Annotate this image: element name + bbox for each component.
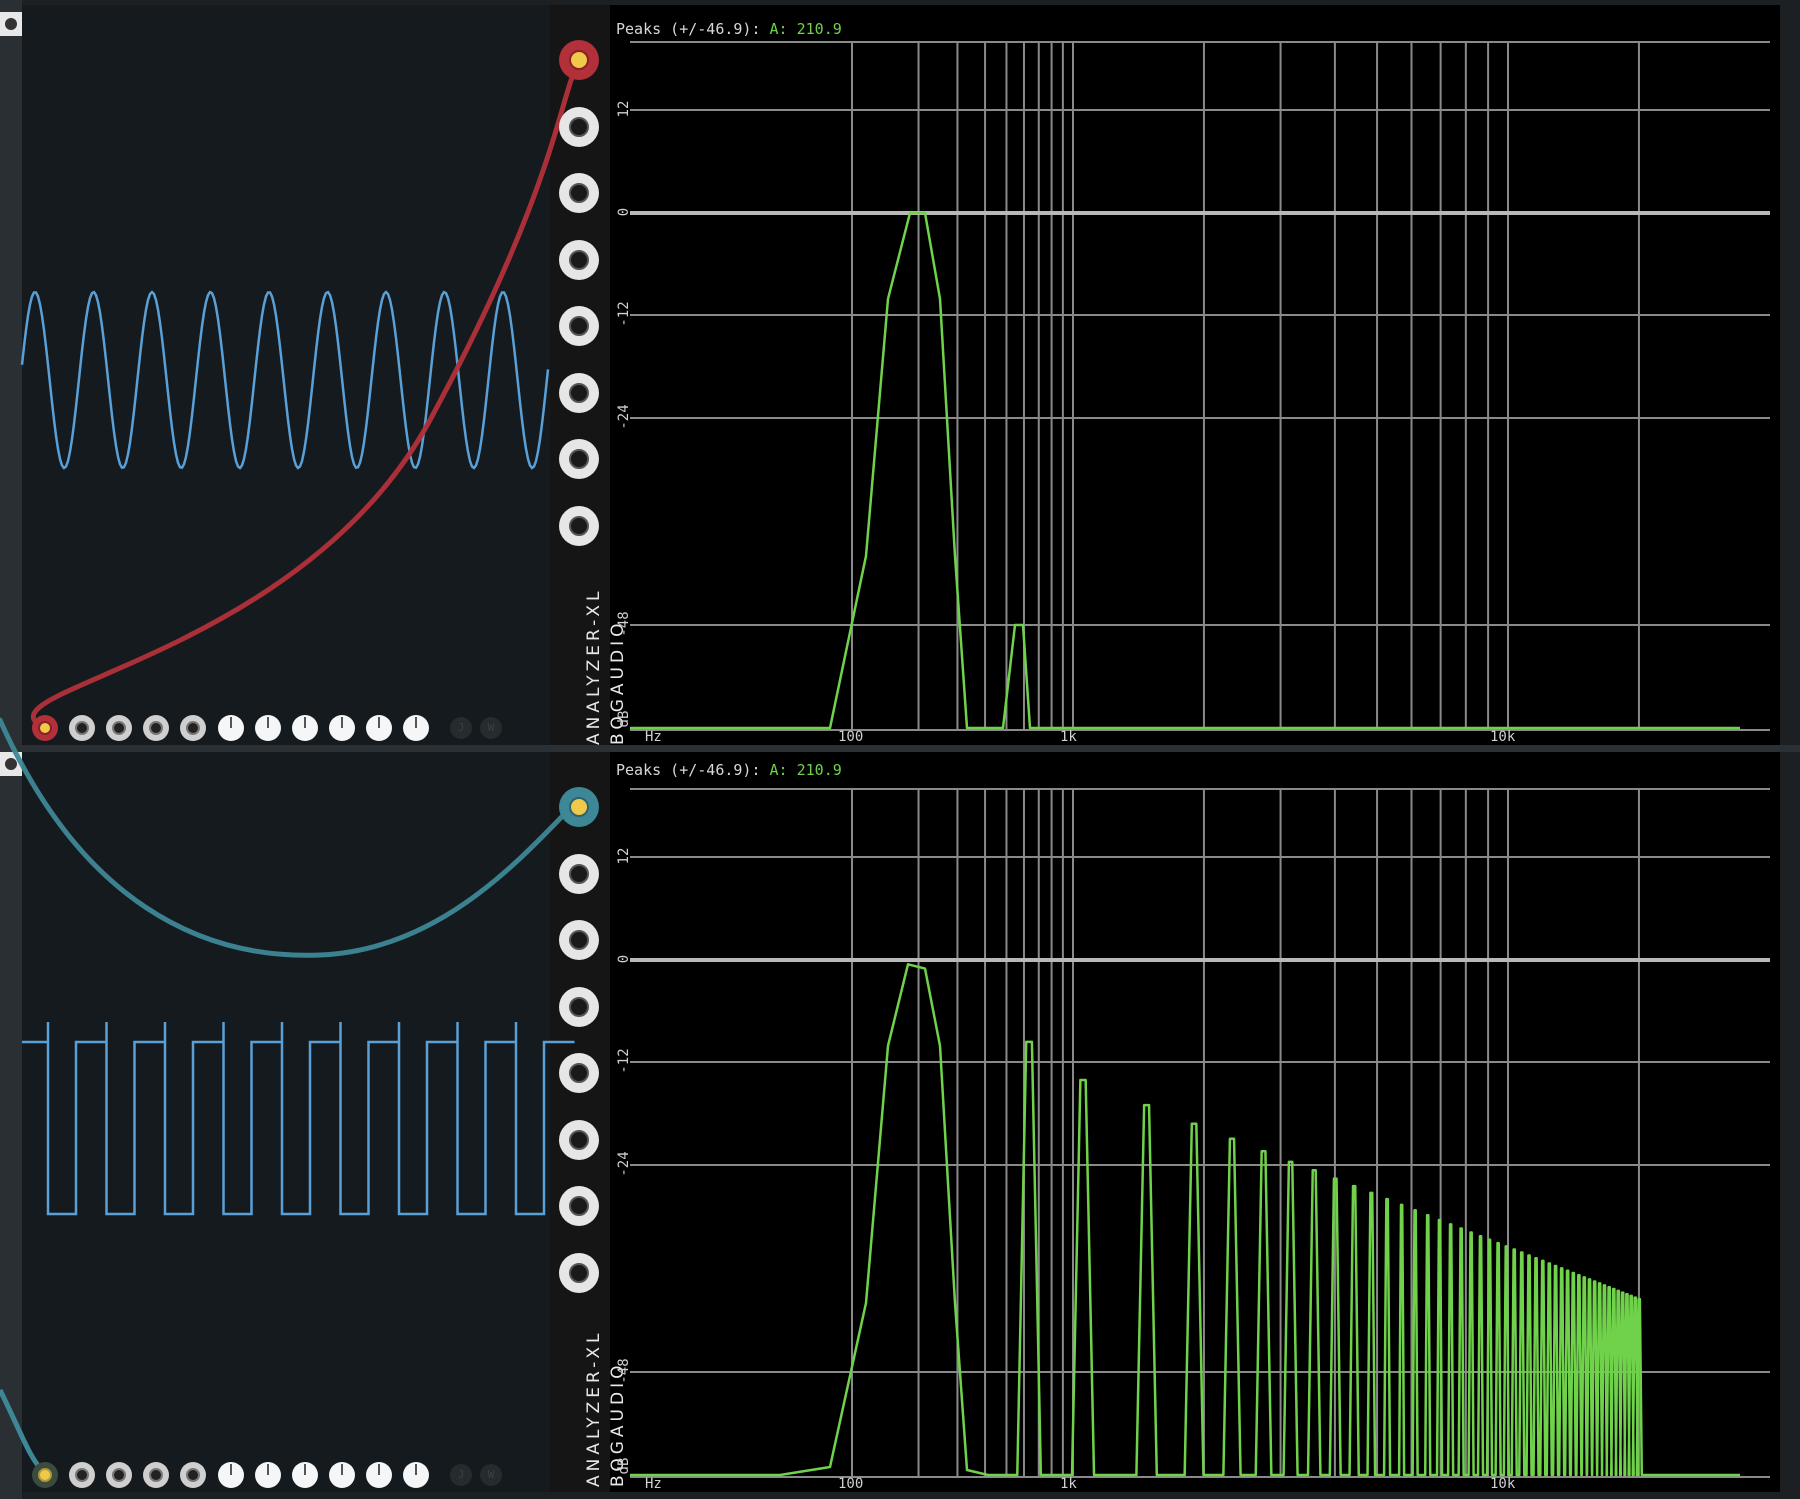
analyzer-input-jack-1[interactable]	[559, 40, 599, 80]
db-tick-label: 12	[616, 100, 632, 118]
analyzer-jack[interactable]	[559, 106, 599, 147]
spectrum-plot-1	[630, 41, 1770, 731]
analyzer-jack[interactable]	[559, 853, 599, 894]
peaks-value-1: 210.9	[796, 20, 842, 38]
scope-knob[interactable]	[255, 715, 281, 741]
analyzer-jack[interactable]	[559, 920, 599, 960]
peaks-channel-2: A:	[769, 761, 788, 779]
db-tick-label: -48	[616, 611, 632, 637]
scope-mini-jack[interactable]	[143, 1462, 169, 1488]
peaks-readout-2: Peaks (+/-46.9): A: 210.9	[616, 761, 842, 779]
hz-tick-label: 1k	[1060, 1476, 1077, 1492]
db-tick-label: 0	[616, 954, 632, 964]
scope-toggle-button[interactable]: W	[480, 1464, 502, 1486]
hz-tick-label: 100	[838, 729, 864, 745]
scope-mini-jack[interactable]	[69, 715, 95, 741]
scope-mini-jack[interactable]	[69, 1462, 95, 1488]
hz-tick-label: Hz	[645, 729, 662, 745]
analyzer-jack[interactable]	[559, 439, 599, 479]
scope-knob[interactable]	[255, 1462, 281, 1488]
analyzer-jack[interactable]	[559, 173, 599, 213]
peaks-value-2: 210.9	[796, 761, 842, 779]
db-tick-label: dB	[616, 1457, 632, 1475]
scope-knob[interactable]	[292, 1462, 318, 1488]
peaks-channel-1: A:	[769, 20, 788, 38]
scope-knob[interactable]	[403, 715, 429, 741]
spectrum-trace-2	[630, 963, 1740, 1477]
hz-tick-label: 1k	[1060, 729, 1077, 745]
analyzer-jack[interactable]	[559, 372, 599, 413]
db-tick-label: 12	[616, 847, 632, 865]
db-tick-label: -48	[616, 1358, 632, 1384]
scope-mini-jack[interactable]	[106, 1462, 132, 1488]
analyzer-jack[interactable]	[559, 306, 599, 346]
scope-knob[interactable]	[218, 1462, 244, 1488]
hz-tick-label: Hz	[645, 1476, 662, 1492]
scope-input-jack-1[interactable]	[32, 715, 58, 741]
scope-waveform-2	[22, 1022, 575, 1216]
peaks-prefix-2: Peaks (+/-46.9):	[616, 761, 761, 779]
brand-top-1: ANALYZER-XL	[584, 587, 604, 746]
scope-knob[interactable]	[329, 1462, 355, 1488]
scope-waveform-1	[20, 290, 550, 470]
scope-mini-jack[interactable]	[143, 715, 169, 741]
hz-tick-label: 100	[838, 1476, 864, 1492]
scope-knob[interactable]	[218, 715, 244, 741]
analyzer-input-jack-2[interactable]	[559, 787, 599, 827]
scope-knob[interactable]	[366, 1462, 392, 1488]
brand-top-2: ANALYZER-XL	[584, 1329, 604, 1488]
scope-knob[interactable]	[366, 715, 392, 741]
analyzer-jack[interactable]	[559, 505, 599, 546]
analyzer-jack[interactable]	[559, 986, 599, 1027]
scope-toggle-button[interactable]: J	[450, 717, 472, 739]
analyzer-jack[interactable]	[559, 1186, 599, 1226]
analyzer-jack[interactable]	[559, 1252, 599, 1293]
scope-knob[interactable]	[329, 715, 355, 741]
analyzer-jack[interactable]	[559, 1053, 599, 1093]
analyzer-jack[interactable]	[559, 1119, 599, 1160]
analyzer-jack[interactable]	[559, 239, 599, 280]
scope-mini-jack[interactable]	[180, 1462, 206, 1488]
peaks-readout-1: Peaks (+/-46.9): A: 210.9	[616, 20, 842, 38]
patch-cable-red[interactable]	[30, 57, 583, 731]
spectrum-plot-2	[630, 788, 1770, 1478]
graphics-layer	[0, 41, 1770, 1478]
spectrum-trace-1	[630, 211, 1740, 730]
db-tick-label: -12	[616, 301, 632, 327]
scope-input-jack-2[interactable]	[32, 1462, 58, 1488]
db-tick-label: -24	[616, 404, 632, 430]
db-tick-label: -12	[616, 1048, 632, 1074]
scope-knob[interactable]	[292, 715, 318, 741]
scope-knob[interactable]	[403, 1462, 429, 1488]
peaks-prefix-1: Peaks (+/-46.9):	[616, 20, 761, 38]
scope-trace-1	[20, 290, 550, 470]
db-tick-label: -24	[616, 1151, 632, 1177]
db-tick-label: dB	[616, 710, 632, 728]
scope-toggle-button[interactable]: J	[450, 1464, 472, 1486]
scope-mini-jack[interactable]	[106, 715, 132, 741]
hz-tick-label: 10k	[1490, 729, 1516, 745]
scope-toggle-button[interactable]: W	[480, 717, 502, 739]
db-tick-label: 0	[616, 207, 632, 217]
patch-cable-teal[interactable]	[0, 717, 581, 958]
scope-trace-2	[22, 1022, 575, 1216]
scope-mini-jack[interactable]	[180, 715, 206, 741]
patch-cable-teal-lower[interactable]	[0, 1388, 46, 1474]
hz-tick-label: 10k	[1490, 1476, 1516, 1492]
